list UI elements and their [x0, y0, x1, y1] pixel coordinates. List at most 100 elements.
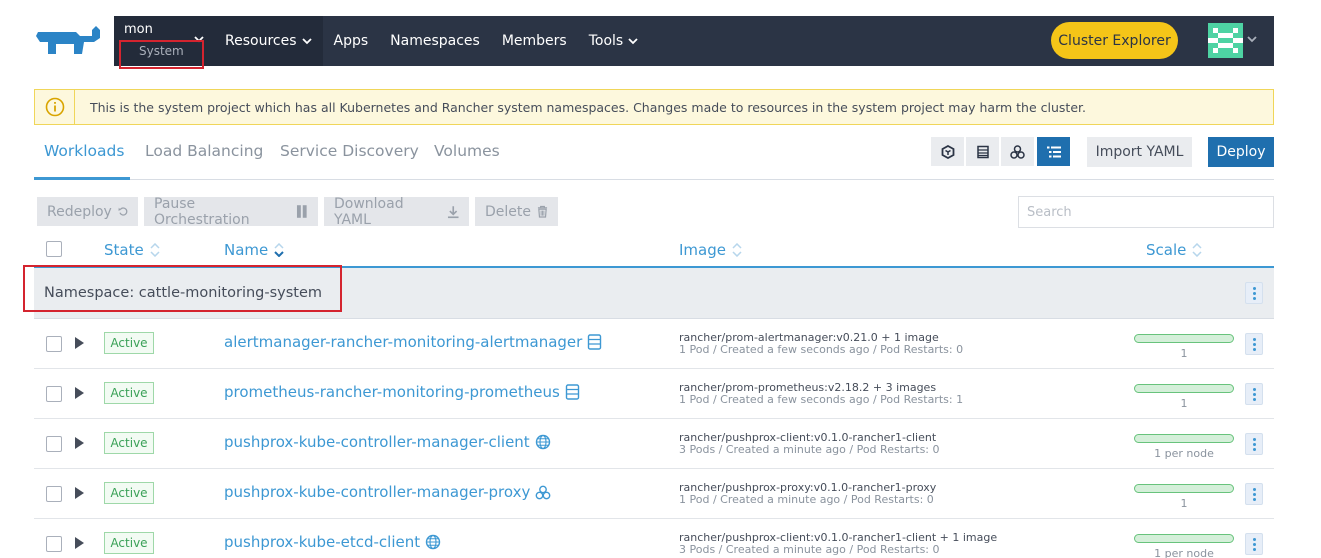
chevron-down-icon: [194, 36, 204, 43]
status-badge: Active: [104, 482, 154, 504]
deploy-button[interactable]: Deploy: [1208, 137, 1274, 167]
scale-value: 1 per node: [1154, 547, 1214, 558]
table-row: Active alertmanager-rancher-monitoring-a…: [34, 319, 1274, 369]
trash-icon: [537, 205, 548, 218]
workload-details: 3 Pods / Created a minute ago / Pod Rest…: [679, 543, 940, 556]
sort-descending-icon: [274, 243, 284, 257]
workload-name: pushprox-kube-controller-manager-proxy: [224, 483, 531, 501]
column-state[interactable]: State: [104, 241, 160, 259]
expand-row-icon[interactable]: [75, 537, 84, 549]
nav-namespaces-label: Namespaces: [390, 33, 480, 49]
namespace-actions-menu[interactable]: [1245, 282, 1263, 304]
status-badge: Active: [104, 332, 154, 354]
redeploy-label: Redeploy: [47, 203, 112, 220]
column-name-label: Name: [224, 241, 269, 259]
workload-details: 3 Pods / Created a minute ago / Pod Rest…: [679, 443, 940, 456]
workload-name-link[interactable]: pushprox-kube-controller-manager-client: [224, 433, 551, 451]
statefulset-icon: [588, 334, 602, 350]
row-checkbox[interactable]: [46, 336, 62, 352]
redeploy-icon: [118, 207, 128, 216]
nav-namespaces[interactable]: Namespaces: [379, 16, 491, 66]
deployment-icon: [535, 485, 551, 499]
chevron-down-icon: [628, 38, 638, 45]
row-checkbox[interactable]: [46, 436, 62, 452]
cluster-explorer-button[interactable]: Cluster Explorer: [1051, 22, 1178, 59]
chevron-down-icon[interactable]: [1247, 34, 1257, 44]
row-checkbox[interactable]: [46, 486, 62, 502]
row-actions-menu[interactable]: [1245, 433, 1263, 455]
rancher-logo[interactable]: [34, 24, 104, 58]
workload-name-link[interactable]: alertmanager-rancher-monitoring-alertman…: [224, 333, 602, 351]
workload-name: pushprox-kube-etcd-client: [224, 533, 421, 551]
row-actions-menu[interactable]: [1245, 533, 1263, 555]
top-navigation: mon System Resources Apps Namespaces Mem…: [114, 16, 1274, 66]
tab-volumes[interactable]: Volumes: [434, 142, 500, 160]
cluster-icon: [1010, 144, 1025, 159]
status-badge: Active: [104, 532, 154, 554]
view-list-button[interactable]: [966, 137, 999, 166]
pause-orchestration-button[interactable]: Pause Orchestration: [144, 196, 318, 228]
system-project-warning-banner: This is the system project which has all…: [34, 89, 1274, 125]
column-image-label: Image: [679, 241, 726, 259]
workload-name: prometheus-rancher-monitoring-prometheus: [224, 383, 560, 401]
row-checkbox[interactable]: [46, 536, 62, 552]
expand-row-icon[interactable]: [75, 337, 84, 349]
view-namespace-button[interactable]: [1037, 137, 1070, 166]
statefulset-icon: [565, 384, 580, 400]
view-group-button[interactable]: [1001, 137, 1034, 166]
column-scale[interactable]: Scale: [1146, 241, 1202, 259]
nav-resources-label: Resources: [225, 33, 297, 49]
nav-resources[interactable]: Resources: [214, 16, 323, 66]
nav-members[interactable]: Members: [491, 16, 578, 66]
project-selector[interactable]: mon System: [114, 16, 214, 66]
workload-name-link[interactable]: pushprox-kube-etcd-client: [224, 533, 441, 551]
scale-progress-bar: [1134, 334, 1234, 343]
expand-row-icon[interactable]: [75, 437, 84, 449]
select-all-checkbox[interactable]: [46, 241, 62, 257]
nav-apps[interactable]: Apps: [323, 16, 380, 66]
import-yaml-button[interactable]: Import YAML: [1087, 137, 1192, 167]
workload-name: alertmanager-rancher-monitoring-alertman…: [224, 333, 583, 351]
cube-icon: [941, 144, 954, 159]
workload-details: 1 Pod / Created a few seconds ago / Pod …: [679, 393, 964, 406]
download-icon: [447, 205, 459, 218]
nav-tools[interactable]: Tools: [578, 16, 650, 66]
download-yaml-label: Download YAML: [334, 195, 404, 228]
daemonset-icon: [535, 434, 550, 450]
tab-workloads[interactable]: Workloads: [44, 142, 124, 160]
row-actions-menu[interactable]: [1245, 383, 1263, 405]
redeploy-button[interactable]: Redeploy: [37, 197, 138, 226]
workload-details: 1 Pod / Created a minute ago / Pod Resta…: [679, 493, 934, 506]
nav-apps-label: Apps: [333, 33, 369, 49]
search-input[interactable]: [1018, 196, 1274, 228]
tab-load-balancing[interactable]: Load Balancing: [145, 142, 263, 160]
scale-progress-bar: [1134, 384, 1234, 393]
pause-icon: [297, 205, 308, 218]
tree-list-icon: [1046, 146, 1061, 157]
workload-name-link[interactable]: pushprox-kube-controller-manager-proxy: [224, 483, 551, 501]
row-actions-menu[interactable]: [1245, 483, 1263, 505]
namespace-group-label: Namespace: cattle-monitoring-system: [44, 285, 323, 301]
tab-service-discovery[interactable]: Service Discovery: [280, 142, 419, 160]
workload-name-link[interactable]: prometheus-rancher-monitoring-prometheus: [224, 383, 580, 401]
column-state-label: State: [104, 241, 144, 259]
user-avatar[interactable]: [1208, 23, 1243, 58]
sort-icon: [1192, 243, 1202, 257]
status-badge: Active: [104, 432, 154, 454]
nav-tools-label: Tools: [588, 33, 624, 49]
namespace-group-row: Namespace: cattle-monitoring-system: [34, 268, 1274, 319]
column-name[interactable]: Name: [224, 241, 284, 259]
scale-progress-bar: [1134, 534, 1234, 543]
expand-row-icon[interactable]: [75, 387, 84, 399]
workload-name: pushprox-kube-controller-manager-client: [224, 433, 530, 451]
view-node-button[interactable]: [931, 137, 964, 166]
row-actions-menu[interactable]: [1245, 333, 1263, 355]
sort-icon: [150, 243, 160, 257]
delete-button[interactable]: Delete: [475, 197, 558, 226]
banner-text: This is the system project which has all…: [90, 99, 1086, 115]
download-yaml-button[interactable]: Download YAML: [324, 195, 469, 228]
row-checkbox[interactable]: [46, 386, 62, 402]
expand-row-icon[interactable]: [75, 487, 84, 499]
cluster-name: mon: [124, 22, 153, 37]
column-image[interactable]: Image: [679, 241, 742, 259]
